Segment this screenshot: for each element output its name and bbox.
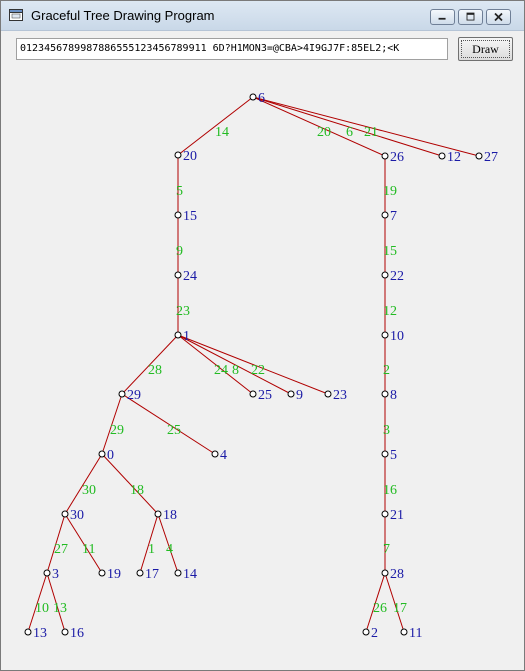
node-label: 16 <box>70 626 84 641</box>
node-label: 1 <box>183 329 190 344</box>
node-label: 8 <box>390 388 397 403</box>
node-label: 21 <box>390 508 404 523</box>
edge-label: 29 <box>110 423 124 438</box>
node-label: 23 <box>333 388 347 403</box>
node-label: 30 <box>70 508 84 523</box>
node-label: 7 <box>390 209 397 224</box>
edge-label: 10 <box>35 601 49 616</box>
node-label: 9 <box>296 388 303 403</box>
node-label: 5 <box>390 448 397 463</box>
tree-node <box>475 152 483 160</box>
edge-label: 28 <box>148 363 162 378</box>
node-label: 11 <box>409 626 422 641</box>
tree-node <box>43 569 51 577</box>
tree-node <box>324 390 332 398</box>
node-label: 0 <box>107 448 114 463</box>
edge-label: 3 <box>383 423 390 438</box>
tree-node <box>362 628 370 636</box>
tree-node <box>381 450 389 458</box>
edge-label: 27 <box>54 542 68 557</box>
edge-label: 17 <box>393 601 407 616</box>
node-label: 28 <box>390 567 404 582</box>
edge-label: 24 <box>214 363 228 378</box>
edge-label: 6 <box>346 125 353 140</box>
tree-node <box>174 271 182 279</box>
node-label: 15 <box>183 209 197 224</box>
edge-label: 1 <box>148 542 155 557</box>
tree-node <box>438 152 446 160</box>
edge-label: 20 <box>317 125 331 140</box>
node-label: 26 <box>390 150 404 165</box>
tree-node <box>381 390 389 398</box>
node-label: 13 <box>33 626 47 641</box>
edge-label: 14 <box>215 125 229 140</box>
node-label: 19 <box>107 567 121 582</box>
tree-node <box>98 450 106 458</box>
node-label: 3 <box>52 567 59 582</box>
tree-node <box>381 569 389 577</box>
node-label: 10 <box>390 329 404 344</box>
edge-label: 11 <box>82 542 95 557</box>
tree-node <box>61 510 69 518</box>
edge-label: 4 <box>166 542 173 557</box>
node-label: 29 <box>127 388 141 403</box>
tree-node <box>174 331 182 339</box>
tree-node <box>136 569 144 577</box>
edge-label: 12 <box>383 304 397 319</box>
edge-label: 5 <box>176 184 183 199</box>
tree-node <box>381 510 389 518</box>
edge-label: 2 <box>383 363 390 378</box>
node-label: 25 <box>258 388 272 403</box>
edge-label: 23 <box>176 304 190 319</box>
tree-node <box>61 628 69 636</box>
tree-node <box>287 390 295 398</box>
edge-label: 25 <box>167 423 181 438</box>
tree-node <box>118 390 126 398</box>
edge-label: 19 <box>383 184 397 199</box>
node-label: 27 <box>484 150 498 165</box>
edge-label: 13 <box>53 601 67 616</box>
node-label: 18 <box>163 508 177 523</box>
tree-node <box>174 211 182 219</box>
node-label: 4 <box>220 448 227 463</box>
edge-label: 8 <box>232 363 239 378</box>
node-label: 6 <box>258 91 265 106</box>
edge-label: 18 <box>130 483 144 498</box>
tree-node <box>98 569 106 577</box>
node-label: 24 <box>183 269 197 284</box>
tree-node <box>381 211 389 219</box>
node-label: 20 <box>183 149 197 164</box>
tree-node <box>249 390 257 398</box>
edge-label: 9 <box>176 244 183 259</box>
tree-node <box>154 510 162 518</box>
edge-label: 21 <box>364 125 378 140</box>
edge-label: 7 <box>383 542 390 557</box>
edge-label: 15 <box>383 244 397 259</box>
tree-node <box>174 569 182 577</box>
edge-label: 16 <box>383 483 397 498</box>
edge-label: 26 <box>373 601 387 616</box>
tree-node <box>211 450 219 458</box>
tree-node <box>174 151 182 159</box>
tree-canvas: 14 20 6 21592328 24 8 2229 2530 1827 11 1 410 131915… <box>24 91 498 641</box>
tree-node <box>381 271 389 279</box>
tree-node <box>249 93 257 101</box>
node-label: 17 <box>145 567 159 582</box>
tree-node <box>381 152 389 160</box>
node-label: 2 <box>371 626 378 641</box>
node-label: 14 <box>183 567 197 582</box>
tree-node <box>381 331 389 339</box>
tree-node <box>400 628 408 636</box>
edge-label: 22 <box>251 363 265 378</box>
tree-node <box>24 628 32 636</box>
node-label: 22 <box>390 269 404 284</box>
edge-label: 30 <box>82 483 96 498</box>
node-label: 12 <box>447 150 461 165</box>
